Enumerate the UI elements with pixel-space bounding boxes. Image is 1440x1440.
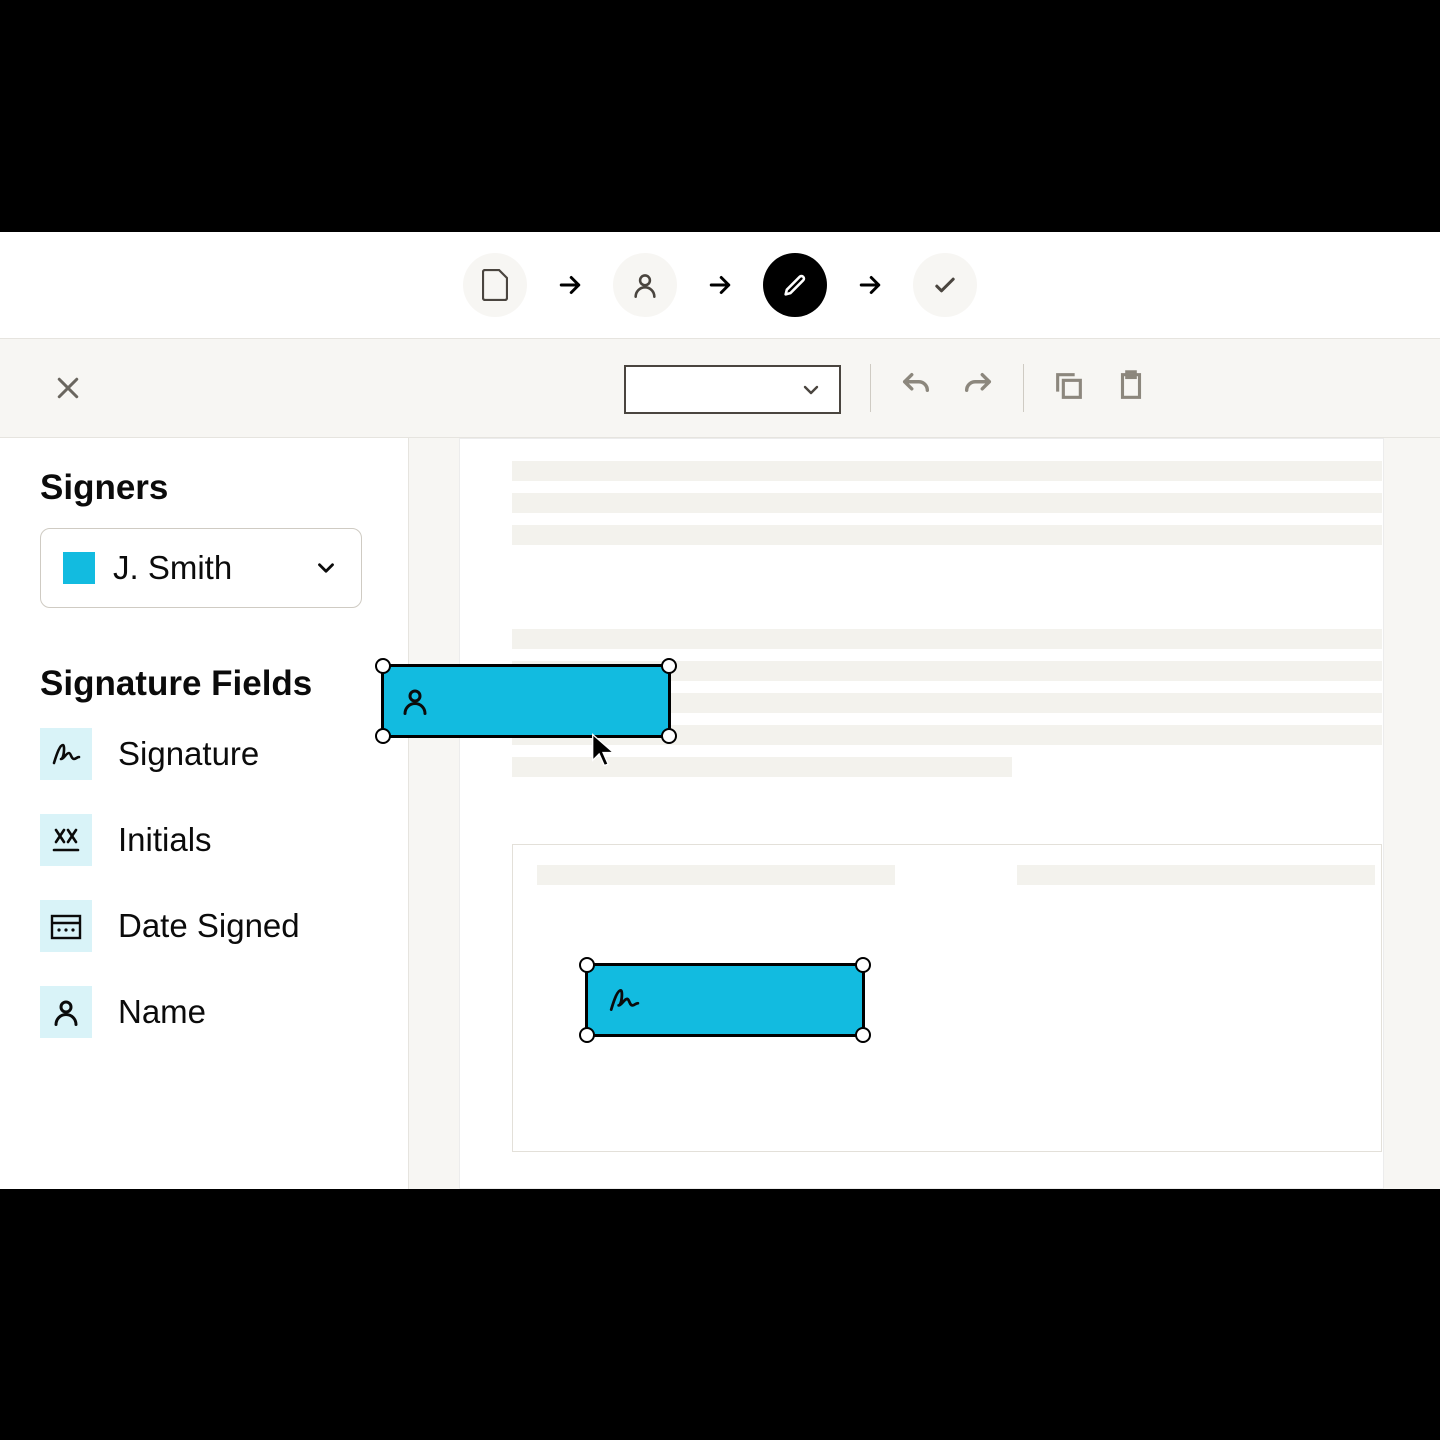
close-icon — [53, 373, 83, 403]
text-placeholder — [512, 757, 1012, 777]
step-document[interactable] — [463, 253, 527, 317]
main-area: Signers J. Smith Signature Fields Signat… — [0, 438, 1440, 1189]
signature-icon — [40, 728, 92, 780]
placed-signature-field[interactable] — [585, 963, 865, 1037]
text-placeholder — [537, 865, 895, 885]
date-icon — [40, 900, 92, 952]
copy-button[interactable] — [1052, 369, 1086, 408]
step-review[interactable] — [913, 253, 977, 317]
person-icon — [400, 685, 430, 717]
document-icon — [482, 269, 508, 301]
resize-handle[interactable] — [855, 957, 871, 973]
field-label: Name — [118, 993, 206, 1031]
field-label: Initials — [118, 821, 212, 859]
field-label: Signature — [118, 735, 259, 773]
copy-icon — [1052, 369, 1086, 403]
arrow-right-icon — [555, 270, 585, 300]
resize-handle[interactable] — [661, 658, 677, 674]
pencil-icon — [781, 271, 809, 299]
text-placeholder — [512, 493, 1382, 513]
resize-handle[interactable] — [375, 658, 391, 674]
toolbar — [0, 338, 1440, 438]
check-icon — [931, 271, 959, 299]
toolbar-actions — [870, 339, 1148, 437]
person-icon — [40, 986, 92, 1038]
initials-icon — [40, 814, 92, 866]
step-recipients[interactable] — [613, 253, 677, 317]
undo-icon — [899, 369, 933, 403]
arrow-right-icon — [855, 270, 885, 300]
close-button[interactable] — [48, 368, 88, 408]
document-canvas-wrap — [409, 438, 1440, 1189]
resize-handle[interactable] — [579, 957, 595, 973]
chevron-down-icon — [313, 555, 339, 581]
divider — [870, 364, 871, 412]
signature-area — [512, 844, 1382, 1152]
document-page[interactable] — [459, 438, 1384, 1189]
step-edit[interactable] — [763, 253, 827, 317]
field-signature[interactable]: Signature — [40, 728, 368, 780]
undo-button[interactable] — [899, 369, 933, 408]
text-placeholder — [512, 629, 1382, 649]
field-label: Date Signed — [118, 907, 300, 945]
toolbar-dropdown[interactable] — [624, 365, 841, 414]
clipboard-icon — [1114, 369, 1148, 403]
signer-dropdown[interactable]: J. Smith — [40, 528, 362, 608]
stepper-bar — [0, 232, 1440, 338]
resize-handle[interactable] — [375, 728, 391, 744]
redo-icon — [961, 369, 995, 403]
chevron-down-icon — [799, 378, 823, 402]
text-placeholder — [512, 525, 1382, 545]
resize-handle[interactable] — [579, 1027, 595, 1043]
signers-heading: Signers — [40, 468, 368, 508]
person-icon — [631, 270, 659, 300]
placed-name-field[interactable] — [381, 664, 671, 738]
text-placeholder — [512, 461, 1382, 481]
app-frame: Signers J. Smith Signature Fields Signat… — [0, 232, 1440, 1189]
signer-name: J. Smith — [113, 549, 295, 587]
fields-heading: Signature Fields — [40, 664, 368, 704]
arrow-right-icon — [705, 270, 735, 300]
resize-handle[interactable] — [855, 1027, 871, 1043]
divider — [1023, 364, 1024, 412]
paste-button[interactable] — [1114, 369, 1148, 408]
field-initials[interactable]: Initials — [40, 814, 368, 866]
field-list: Signature Initials Date Signed — [40, 728, 368, 1038]
cursor-icon — [589, 732, 617, 773]
text-placeholder — [1017, 865, 1375, 885]
field-date-signed[interactable]: Date Signed — [40, 900, 368, 952]
field-name[interactable]: Name — [40, 986, 368, 1038]
signer-color-swatch — [63, 552, 95, 584]
resize-handle[interactable] — [661, 728, 677, 744]
redo-button[interactable] — [961, 369, 995, 408]
signature-icon — [604, 984, 644, 1016]
sidebar: Signers J. Smith Signature Fields Signat… — [0, 438, 409, 1189]
